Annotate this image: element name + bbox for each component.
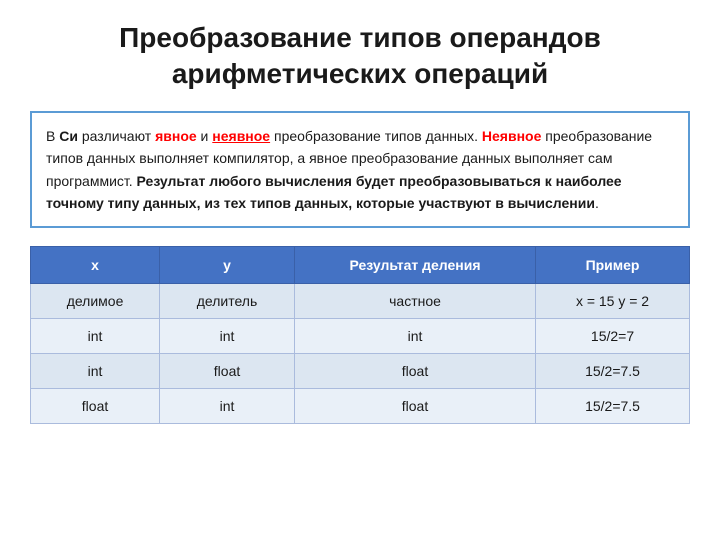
table-cell: int bbox=[160, 389, 295, 424]
table-cell: 15/2=7.5 bbox=[536, 389, 690, 424]
col-result: Результат деления bbox=[294, 247, 535, 284]
table-cell: 15/2=7.5 bbox=[536, 354, 690, 389]
col-x: x bbox=[31, 247, 160, 284]
data-table: x y Результат деления Пример делимоедели… bbox=[30, 246, 690, 424]
table-cell: int bbox=[160, 319, 295, 354]
table-wrapper: x y Результат деления Пример делимоедели… bbox=[30, 246, 690, 424]
col-y: y bbox=[160, 247, 295, 284]
table-cell: int bbox=[294, 319, 535, 354]
header-row: x y Результат деления Пример bbox=[31, 247, 690, 284]
table-cell: 15/2=7 bbox=[536, 319, 690, 354]
си-label: Си bbox=[59, 128, 78, 144]
table-cell: частное bbox=[294, 284, 535, 319]
table-cell: float bbox=[160, 354, 295, 389]
info-box: В Си различают явное и неявное преобразо… bbox=[30, 111, 690, 229]
table-header: x y Результат деления Пример bbox=[31, 247, 690, 284]
table-cell: int bbox=[31, 354, 160, 389]
table-cell: x = 15 y = 2 bbox=[536, 284, 690, 319]
table-row: intfloatfloat15/2=7.5 bbox=[31, 354, 690, 389]
bold-result: Результат любого вычисления будет преобр… bbox=[46, 173, 622, 211]
table-cell: float bbox=[294, 389, 535, 424]
table-cell: float bbox=[294, 354, 535, 389]
table-cell: делимое bbox=[31, 284, 160, 319]
table-body: делимоеделительчастноеx = 15 y = 2intint… bbox=[31, 284, 690, 424]
table-cell: int bbox=[31, 319, 160, 354]
table-row: intintint15/2=7 bbox=[31, 319, 690, 354]
table-row: floatintfloat15/2=7.5 bbox=[31, 389, 690, 424]
table-cell: float bbox=[31, 389, 160, 424]
info-text: В Си различают явное и неявное преобразо… bbox=[46, 128, 652, 211]
col-example: Пример bbox=[536, 247, 690, 284]
page-title: Преобразование типов операндов арифметич… bbox=[30, 20, 690, 93]
явное-label: явное bbox=[155, 128, 197, 144]
неявное-label: неявное bbox=[212, 128, 270, 144]
неявное2-label: Неявное bbox=[482, 128, 541, 144]
table-row: делимоеделительчастноеx = 15 y = 2 bbox=[31, 284, 690, 319]
table-cell: делитель bbox=[160, 284, 295, 319]
